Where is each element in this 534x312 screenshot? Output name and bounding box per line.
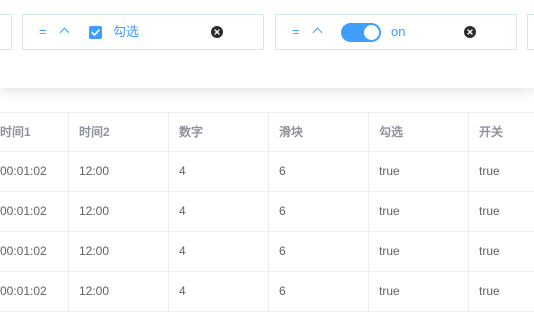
filter-chip-partial-left[interactable] xyxy=(0,14,12,50)
column-header-switch[interactable]: 开关 xyxy=(469,113,534,152)
column-header-time2[interactable]: 时间2 xyxy=(69,113,169,152)
table-row[interactable]: 00:01:02 12:00 4 6 true true xyxy=(0,232,534,272)
table-cell: 4 xyxy=(169,272,269,311)
checkmark-icon xyxy=(91,29,100,36)
table-cell: true xyxy=(369,232,469,271)
checkbox-filter-toggle[interactable] xyxy=(89,26,102,39)
table-cell: 6 xyxy=(269,152,369,191)
table-cell: 4 xyxy=(169,192,269,231)
switch-knob xyxy=(364,25,379,40)
table-cell: true xyxy=(479,284,500,298)
filter-panel: = 勾选 = on xyxy=(0,0,534,88)
table-cell: 00:01:02 xyxy=(0,192,69,231)
table-row[interactable]: 00:01:02 12:00 4 6 true true xyxy=(0,272,534,312)
table-cell: 00:01:02 xyxy=(0,272,69,311)
checkbox-filter-label[interactable]: 勾选 xyxy=(113,15,139,49)
table-cell: 12:00 xyxy=(69,152,169,191)
column-header-slider[interactable]: 滑块 xyxy=(269,113,369,152)
switch-toggle[interactable] xyxy=(341,23,381,42)
column-header-number[interactable]: 数字 xyxy=(169,113,269,152)
chevron-up-icon[interactable] xyxy=(59,27,70,38)
filter-chip-partial-right[interactable] xyxy=(527,14,534,50)
table-cell: 00:01:02 xyxy=(0,232,69,271)
table-row[interactable]: 00:01:02 12:00 4 6 true true xyxy=(0,152,534,192)
table-cell: true xyxy=(479,244,500,258)
data-table: 时间1 时间2 数字 滑块 勾选 开关 00:01:02 12:00 4 6 t… xyxy=(0,112,534,312)
operator-select[interactable]: = xyxy=(39,15,47,49)
filter-chip-switch[interactable]: = on xyxy=(275,14,517,50)
table-cell: 12:00 xyxy=(69,272,169,311)
column-header-time1[interactable]: 时间1 xyxy=(0,113,69,152)
switch-filter-label: on xyxy=(391,24,406,39)
table-cell: 00:01:02 xyxy=(0,152,69,191)
table-cell: true xyxy=(479,164,500,178)
table-cell: true xyxy=(369,272,469,311)
table-cell: 6 xyxy=(269,232,369,271)
table-cell: true xyxy=(369,152,469,191)
filter-chip-checkbox[interactable]: = 勾选 xyxy=(22,14,264,50)
table-header-row: 时间1 时间2 数字 滑块 勾选 开关 xyxy=(0,112,534,152)
table-cell: true xyxy=(479,204,500,218)
table-cell: 4 xyxy=(169,232,269,271)
operator-select[interactable]: = xyxy=(292,15,300,49)
chevron-up-icon[interactable] xyxy=(312,27,323,38)
table-cell: 12:00 xyxy=(69,192,169,231)
table-cell: 4 xyxy=(169,152,269,191)
table-cell: 6 xyxy=(269,272,369,311)
clear-filter-icon[interactable] xyxy=(464,26,476,38)
table-cell: 12:00 xyxy=(69,232,169,271)
clear-filter-icon[interactable] xyxy=(211,26,223,38)
table-row[interactable]: 00:01:02 12:00 4 6 true true xyxy=(0,192,534,232)
column-header-checkbox[interactable]: 勾选 xyxy=(369,113,469,152)
table-cell: 6 xyxy=(269,192,369,231)
table-cell: true xyxy=(369,192,469,231)
